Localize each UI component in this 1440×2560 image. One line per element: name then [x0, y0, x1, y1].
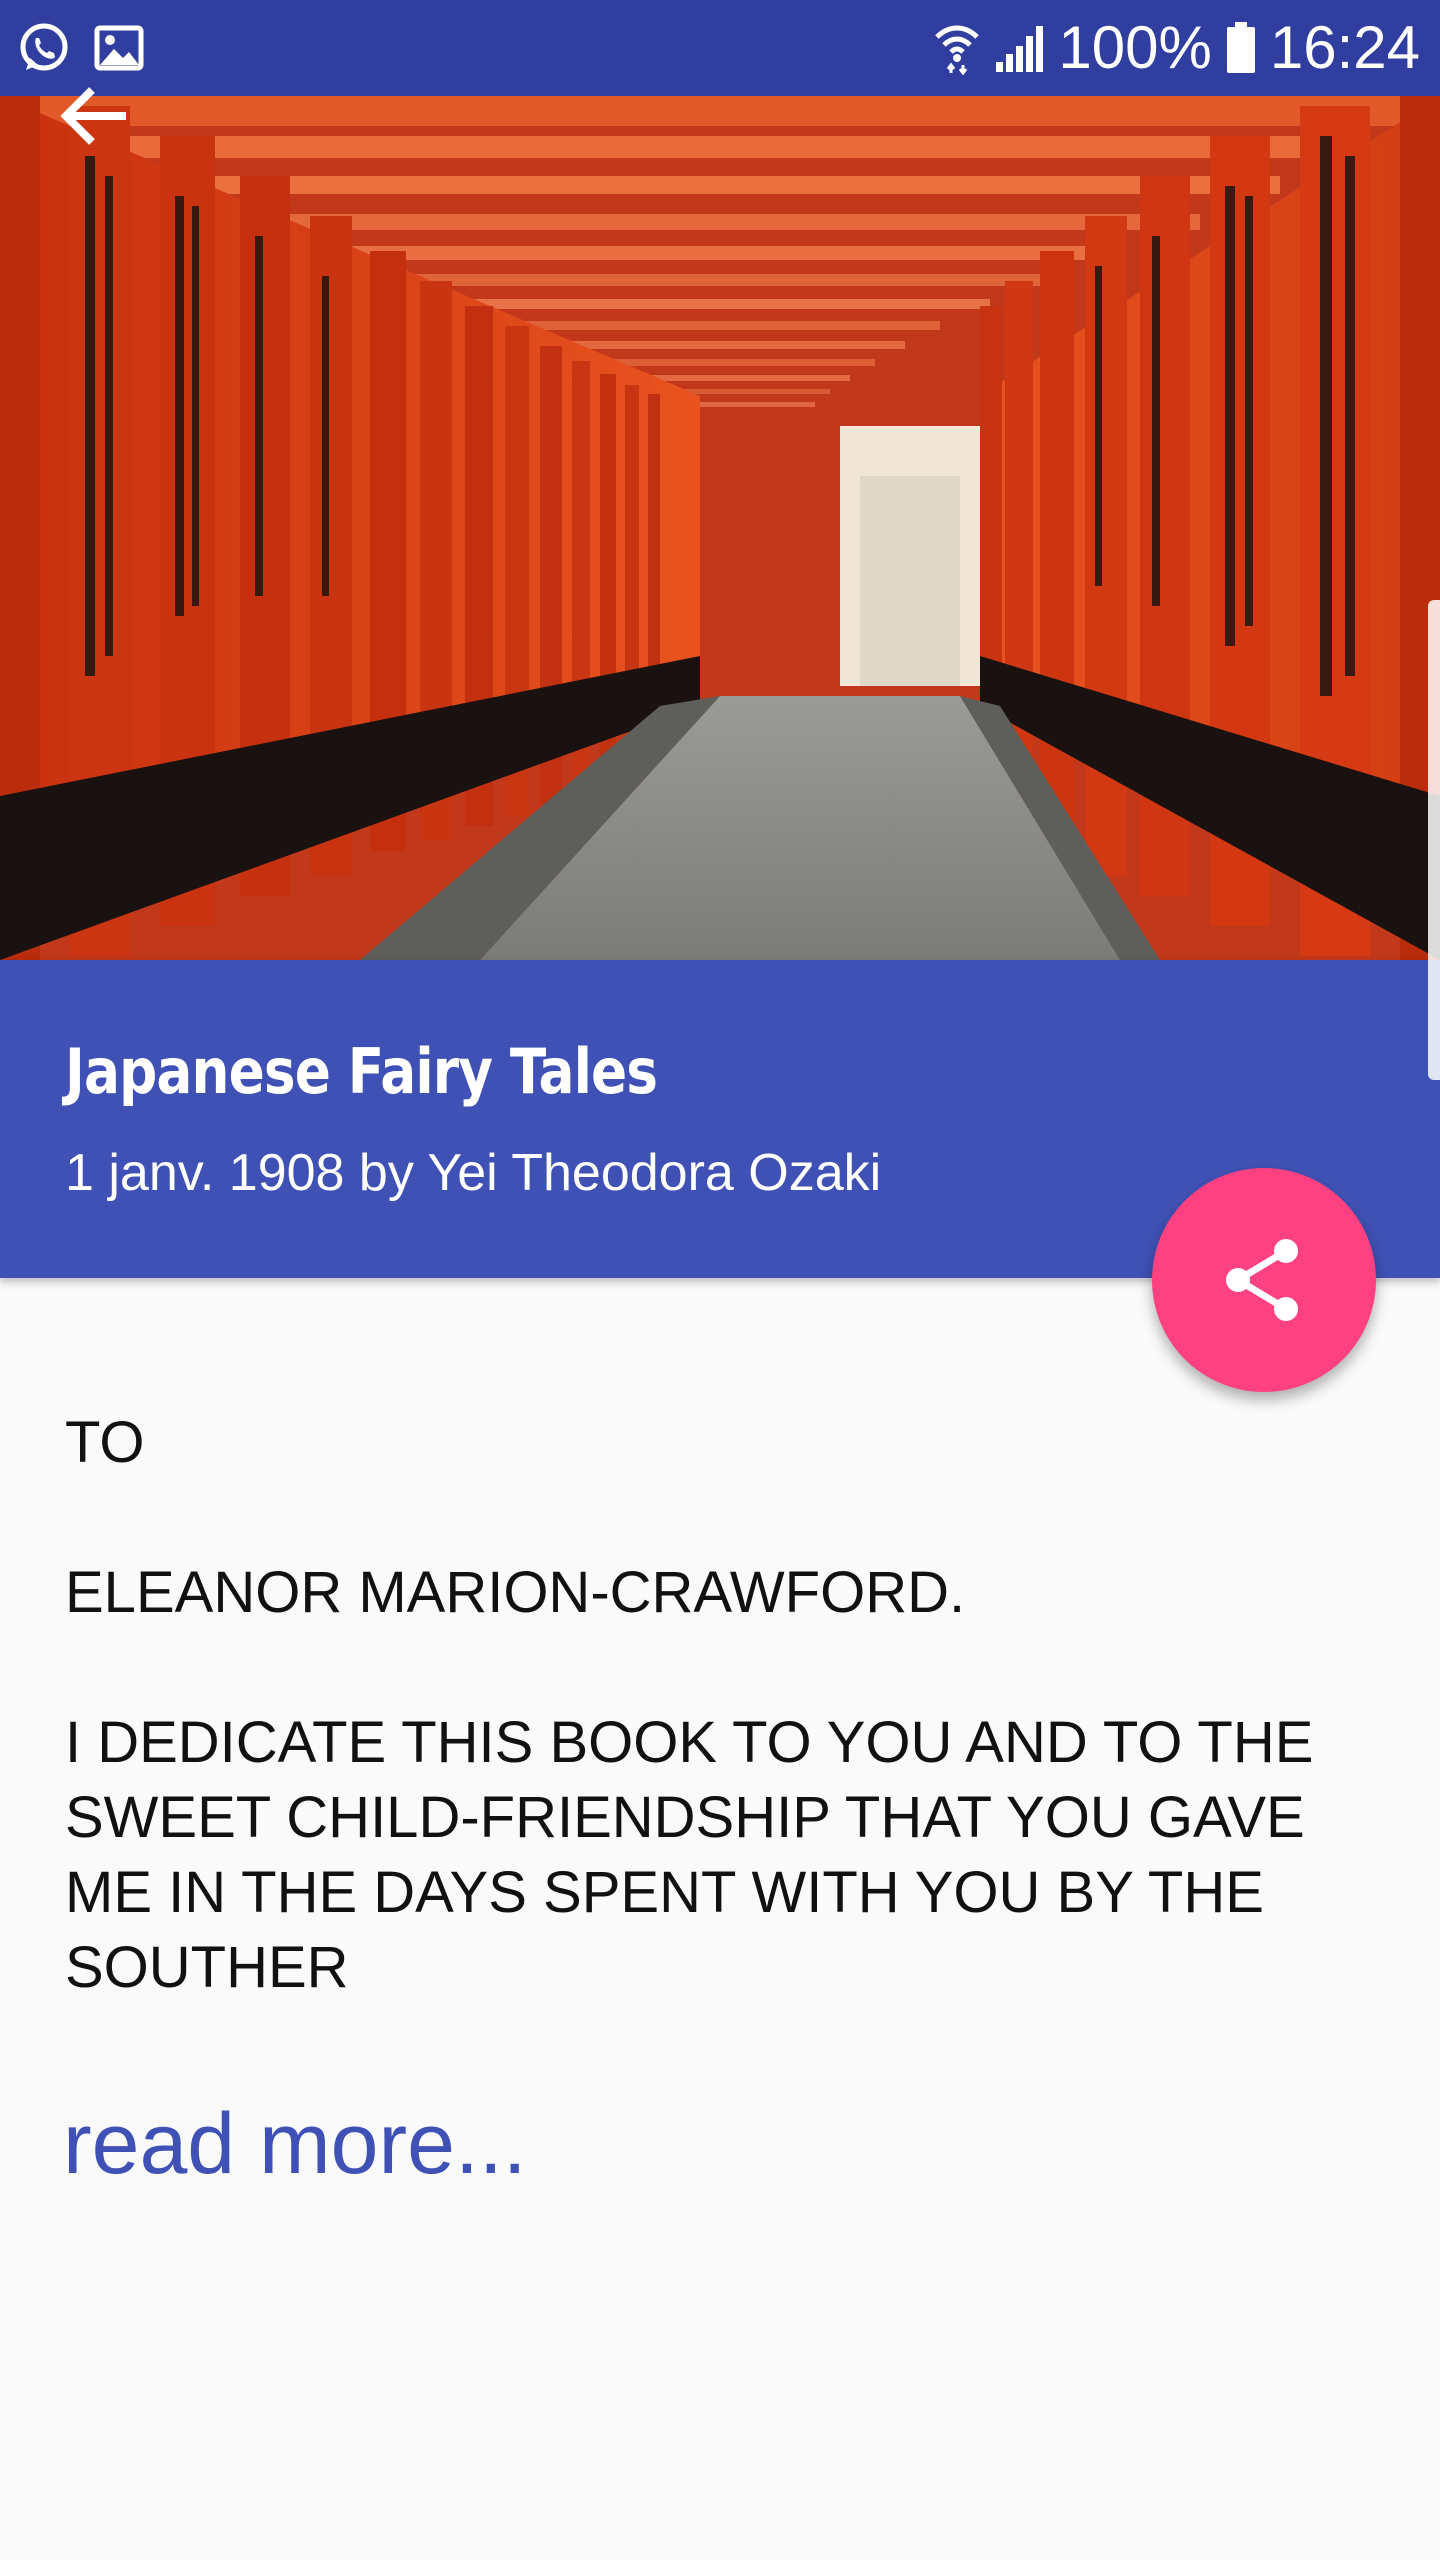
share-button[interactable] — [1152, 1168, 1376, 1392]
signal-icon — [994, 24, 1044, 72]
whatsapp-icon — [16, 20, 72, 76]
battery-percent: 100% — [1058, 14, 1212, 81]
book-detail-screen: 100% 16:24 Japanese Fairy Tales 1 janv. … — [0, 0, 1440, 2560]
status-right-icons: 100% 16:24 — [934, 0, 1420, 96]
status-bar: 100% 16:24 — [0, 0, 1440, 96]
gallery-icon — [94, 25, 144, 71]
battery-icon — [1226, 22, 1256, 74]
read-more-link[interactable]: read more... — [63, 2095, 527, 2194]
scrollbar-thumb[interactable] — [1428, 600, 1440, 1080]
back-button[interactable] — [60, 76, 160, 156]
torii-gates-photo — [0, 96, 1440, 960]
wifi-icon — [934, 21, 980, 75]
share-icon — [1224, 1237, 1304, 1323]
book-title: Japanese Fairy Tales — [65, 1035, 658, 1108]
clock: 16:24 — [1269, 14, 1420, 81]
book-excerpt: TO ELEANOR MARION-CRAWFORD. I DEDICATE T… — [65, 1410, 1314, 2000]
hero-illustration — [0, 96, 1440, 960]
arrow-back-icon — [60, 86, 130, 146]
book-meta: 1 janv. 1908 by Yei Theodora Ozaki — [65, 1144, 882, 1202]
